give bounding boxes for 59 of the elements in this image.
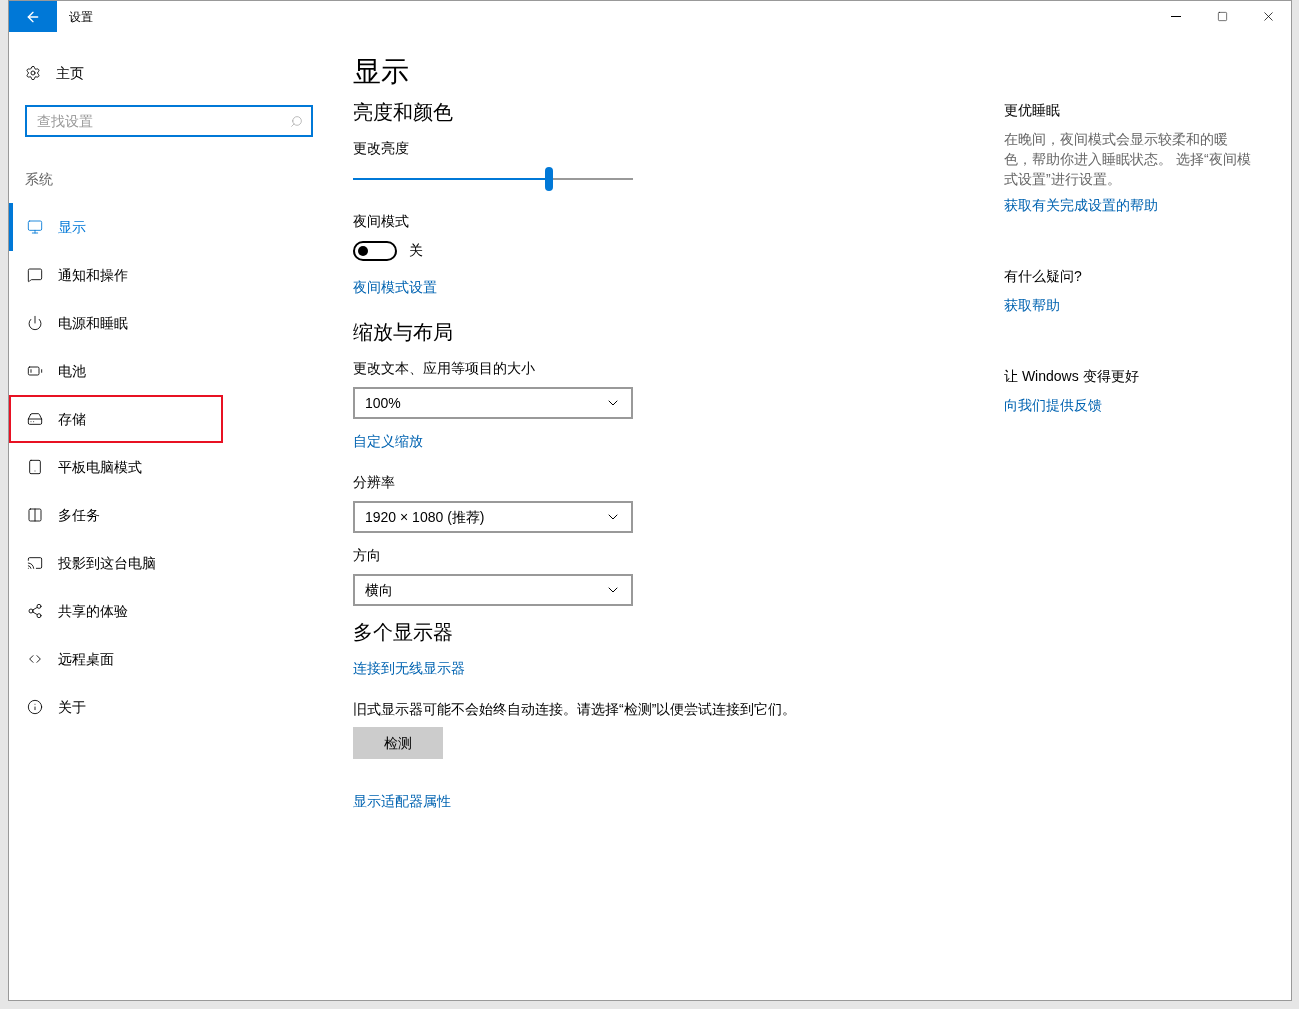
dropdown[interactable]: 1920 × 1080 (推荐) [353,501,633,533]
aside-heading: 更优睡眠 [1004,101,1061,120]
help-link[interactable]: 获取有关完成设置的帮助 [1004,195,1158,216]
nav-item[interactable]: 通知和操作 [9,251,223,299]
home-link[interactable]: 主页 [56,62,84,84]
cast-icon [27,555,43,571]
nav-item[interactable]: 电源和睡眠 [9,299,223,347]
info-icon [27,699,43,715]
aside-text: 在晚间，夜间模式会显示较柔和的暖色，帮助你进入睡眠状态。 选择“夜间模式设置”进行设置。 [1004,130,1252,189]
window-title: 设置 [69,8,93,26]
nav-item[interactable]: 多任务 [9,491,223,539]
power-icon [27,315,43,331]
minimize-icon [1171,16,1181,17]
slider-thumb[interactable] [545,167,553,191]
nav-item[interactable]: 投影到这台电脑 [9,539,223,587]
nav-item[interactable]: 关于 [9,683,223,731]
brightness-slider[interactable] [353,167,633,191]
section-label: 系统 [25,170,54,189]
toggle-label: 夜间模式 [353,212,410,231]
help-link[interactable]: 获取帮助 [1004,295,1060,316]
detect-button[interactable]: 检测 [353,727,443,759]
battery-icon [27,363,43,379]
drive-icon [27,411,43,427]
section-heading: 亮度和颜色 [353,100,454,125]
dropdown-label: 更改文本、应用等项目的大小 [353,359,536,378]
nav-item[interactable]: 电池 [9,347,223,395]
settings-link[interactable]: 夜间模式设置 [353,277,437,298]
info-text: 旧式显示器可能不会始终自动连接。请选择“检测”以便尝试连接到它们。 [353,700,798,719]
maximize-icon [1216,11,1228,22]
nav-item[interactable]: 显示 [9,203,223,251]
tablet-icon [27,459,43,475]
settings-link[interactable]: 连接到无线显示器 [353,658,465,679]
dropdown[interactable]: 横向 [353,574,633,606]
aside-heading: 让 Windows 变得更好 [1004,367,1140,386]
page-title: 显示 [353,55,410,89]
section-heading: 多个显示器 [353,620,454,645]
nav-item[interactable]: 存储 [9,395,223,443]
settings-icon [25,65,41,81]
settings-link[interactable]: 自定义缩放 [353,431,423,452]
toggle-state: 关 [409,241,423,260]
section-heading: 缩放与布局 [353,320,454,345]
dropdown-label: 方向 [353,546,382,565]
aside-heading: 有什么疑问? [1004,267,1083,286]
help-link[interactable]: 向我们提供反馈 [1004,395,1102,416]
search-field[interactable]: 查找设置 [25,105,313,137]
nav-item[interactable]: 共享的体验 [9,587,223,635]
windows-icon [27,507,43,523]
search-icon [290,115,303,128]
nav-item[interactable]: 远程桌面 [9,635,223,683]
toggle-switch[interactable] [353,240,397,261]
monitor-icon [27,219,43,235]
slider-label: 更改亮度 [353,139,410,158]
share-icon [27,603,43,619]
dropdown-label: 分辨率 [353,473,396,492]
back-button[interactable] [9,1,57,32]
speech-bubble-icon [27,267,43,283]
nav-item[interactable]: 平板电脑模式 [9,443,223,491]
dropdown[interactable]: 100% [353,387,633,419]
settings-link[interactable]: 显示适配器属性 [353,791,451,812]
